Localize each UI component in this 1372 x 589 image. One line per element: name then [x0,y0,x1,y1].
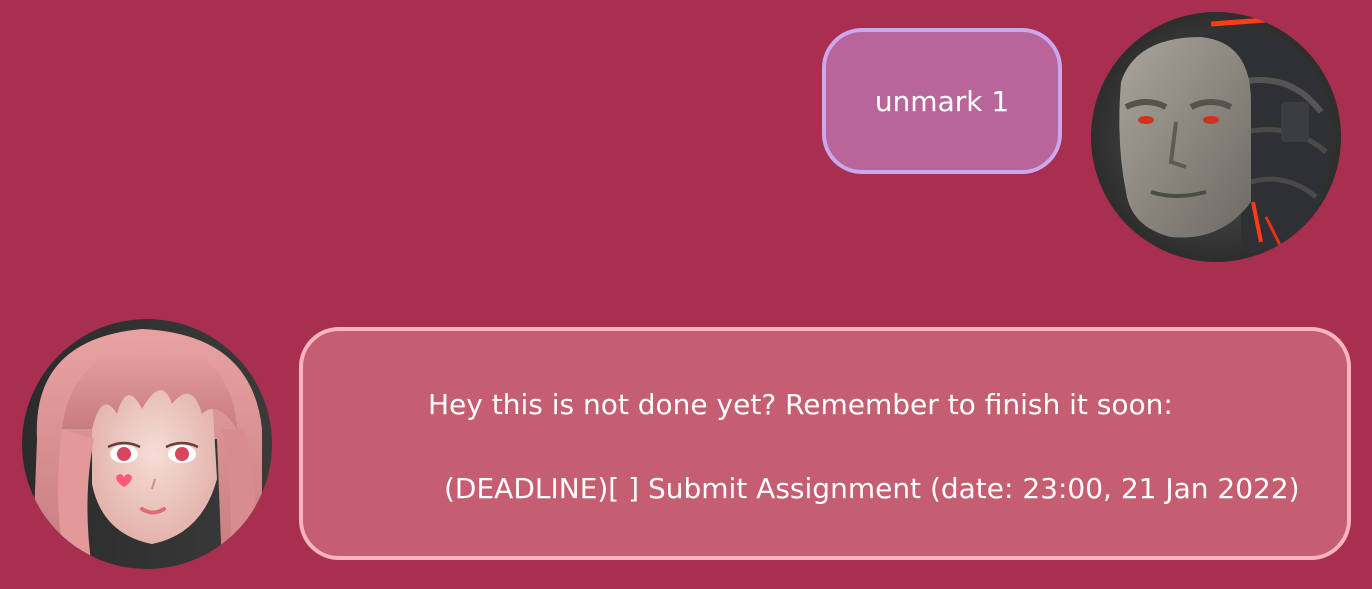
bot-message-bubble: Hey this is not done yet? Remember to fi… [299,327,1351,560]
task-item-text: (DEADLINE)[ ] Submit Assignment (date: 2… [444,472,1300,505]
user-message-bubble: unmark 1 [822,28,1062,174]
chat-window: unmark 1 Hey this is not done yet? Remem… [0,0,1372,589]
user-message-text: unmark 1 [874,84,1010,118]
anime-girl-avatar-icon [22,319,272,569]
bot-message-text: Hey this is not done yet? Remember to fi… [428,388,1173,421]
cyborg-avatar-icon [1091,12,1341,262]
